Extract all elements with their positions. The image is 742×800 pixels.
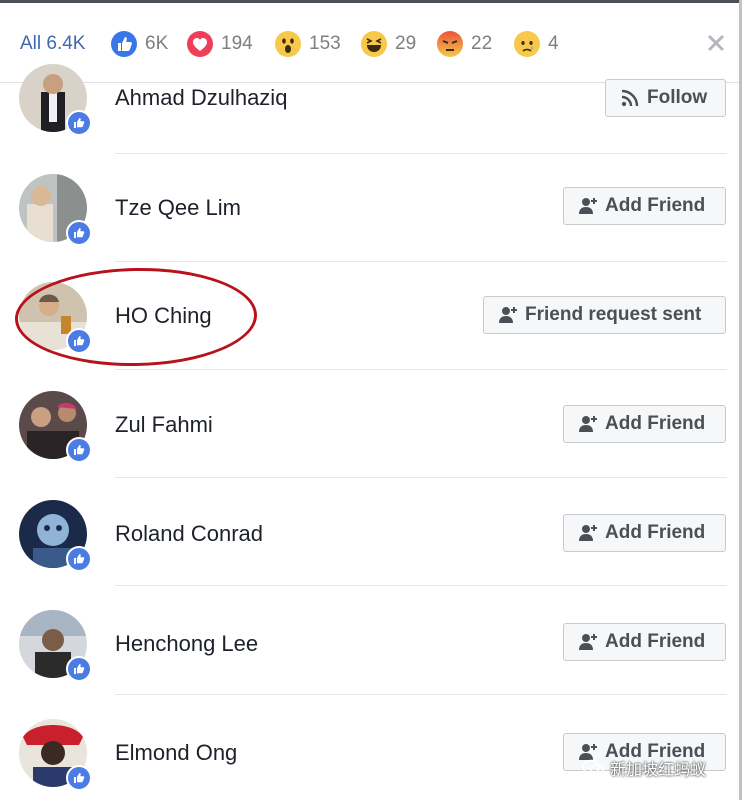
add-friend-icon — [499, 307, 517, 323]
list-item: Zul Fahmi Add Friend — [0, 370, 739, 478]
add-friend-icon — [579, 198, 597, 214]
add-friend-icon — [579, 416, 597, 432]
watermark-text: 新加坡红蚂蚁 — [610, 762, 707, 779]
add-friend-button[interactable]: Add Friend — [563, 623, 726, 661]
divider — [115, 585, 727, 586]
list-item: Tze Qee Lim Add Friend — [0, 154, 739, 262]
person-name[interactable]: HO Ching — [115, 303, 212, 329]
add-friend-button-label: Add Friend — [605, 195, 706, 216]
add-friend-button-label: Add Friend — [605, 522, 706, 543]
add-friend-icon — [579, 525, 597, 541]
person-name[interactable]: Zul Fahmi — [115, 412, 213, 438]
wechat-icon — [582, 759, 604, 776]
add-friend-button[interactable]: Add Friend — [563, 405, 726, 443]
rss-icon — [621, 89, 639, 107]
add-friend-button[interactable]: Add Friend — [563, 187, 726, 225]
person-name[interactable]: Elmond Ong — [115, 740, 237, 766]
person-name[interactable]: Henchong Lee — [115, 631, 258, 657]
list-item: Roland Conrad Add Friend — [0, 478, 739, 586]
follow-button[interactable]: Follow — [605, 79, 726, 117]
follow-button-label: Follow — [647, 87, 708, 108]
person-name[interactable]: Ahmad Dzulhaziq — [115, 85, 287, 111]
like-badge-icon — [66, 656, 92, 682]
like-badge-icon — [66, 110, 92, 136]
like-badge-icon — [66, 328, 92, 354]
watermark: 新加坡红蚂蚁 — [582, 756, 706, 780]
add-friend-button[interactable]: Add Friend — [563, 514, 726, 552]
divider — [115, 694, 727, 695]
list-item: Ahmad Dzulhaziq Follow — [0, 46, 739, 154]
add-friend-button-label: Add Friend — [605, 413, 706, 434]
like-badge-icon — [66, 546, 92, 572]
friend-request-sent-button[interactable]: Friend request sent — [483, 296, 726, 334]
friend-request-sent-label: Friend request sent — [525, 304, 702, 325]
add-friend-button-label: Add Friend — [605, 631, 706, 652]
list-item: Elmond Ong Add Friend — [0, 696, 739, 800]
list-item: Henchong Lee Add Friend — [0, 587, 739, 695]
list-item: HO Ching Friend request sent — [0, 262, 739, 370]
like-badge-icon — [66, 437, 92, 463]
person-name[interactable]: Roland Conrad — [115, 521, 263, 547]
add-friend-icon — [579, 634, 597, 650]
person-name[interactable]: Tze Qee Lim — [115, 195, 241, 221]
like-badge-icon — [66, 220, 92, 246]
like-badge-icon — [66, 765, 92, 791]
